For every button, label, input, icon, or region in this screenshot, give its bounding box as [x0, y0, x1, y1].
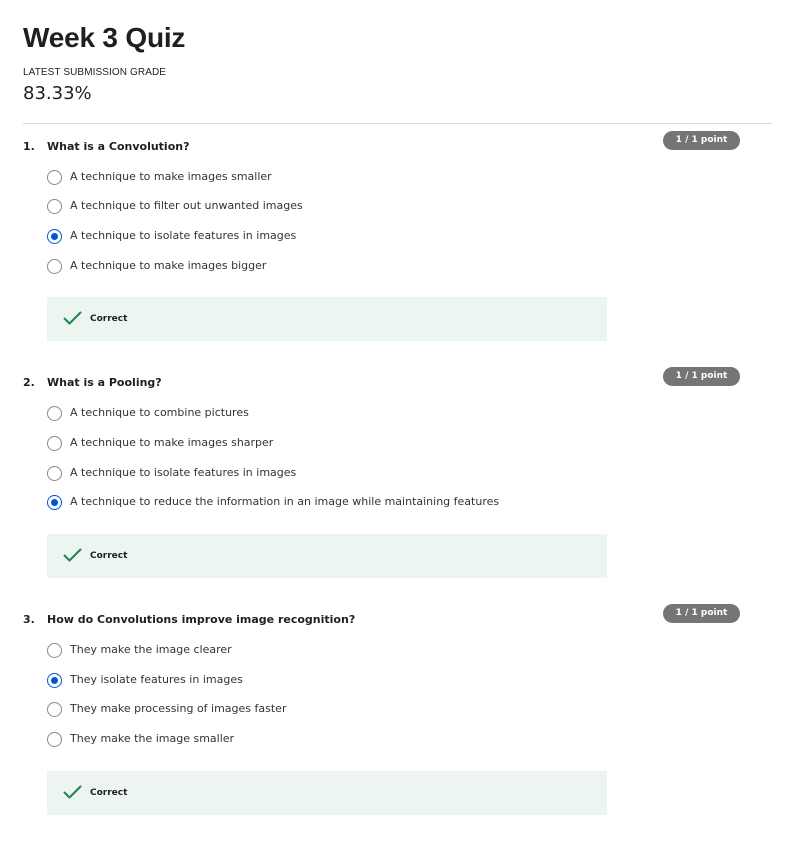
- radio-button[interactable]: [47, 170, 62, 185]
- grade-label: LATEST SUBMISSION GRADE: [23, 67, 167, 78]
- radio-button[interactable]: [47, 229, 62, 244]
- feedback-text: Correct: [90, 788, 128, 798]
- answer-option[interactable]: A technique to make images smaller: [47, 169, 607, 187]
- feedback-box: Correct: [47, 297, 607, 341]
- answer-option[interactable]: A technique to make images bigger: [47, 258, 607, 276]
- page-title: Week 3 Quiz: [23, 22, 186, 53]
- answer-option[interactable]: A technique to isolate features in image…: [47, 465, 607, 483]
- answer-option[interactable]: A technique to combine pictures: [47, 405, 607, 423]
- question-number: 1.: [23, 140, 35, 153]
- question-number: 3.: [23, 613, 35, 626]
- answer-option-label: A technique to combine pictures: [70, 406, 249, 419]
- feedback-text: Correct: [90, 314, 128, 324]
- answer-option-label: They make the image smaller: [70, 732, 235, 745]
- answer-option-label: They make the image clearer: [70, 643, 232, 656]
- feedback-text: Correct: [90, 551, 128, 561]
- answer-option-label: A technique to reduce the information in…: [70, 495, 500, 508]
- answer-option[interactable]: A technique to filter out unwanted image…: [47, 198, 607, 216]
- radio-button[interactable]: [47, 436, 62, 451]
- points-badge: 1 / 1 point: [663, 131, 740, 150]
- answer-option-label: They make processing of images faster: [70, 702, 287, 715]
- answer-option-label: A technique to make images bigger: [70, 259, 267, 272]
- checkmark-icon: [63, 785, 82, 799]
- question-text: What is a Pooling?: [47, 376, 162, 389]
- question-number: 2.: [23, 376, 35, 389]
- answer-option[interactable]: A technique to make images sharper: [47, 435, 607, 453]
- radio-button[interactable]: [47, 199, 62, 214]
- header-divider: [23, 123, 772, 124]
- radio-button[interactable]: [47, 643, 62, 658]
- answer-option[interactable]: They make the image clearer: [47, 642, 607, 660]
- checkmark-icon: [63, 548, 82, 562]
- checkmark-icon: [63, 311, 82, 325]
- points-badge: 1 / 1 point: [663, 604, 740, 623]
- question-3: 3. How do Convolutions improve image rec…: [0, 604, 806, 842]
- answer-option[interactable]: They isolate features in images: [47, 672, 607, 690]
- radio-button[interactable]: [47, 702, 62, 717]
- answer-option-label: A technique to filter out unwanted image…: [70, 199, 303, 212]
- answer-option[interactable]: They make processing of images faster: [47, 701, 607, 719]
- question-text: What is a Convolution?: [47, 140, 190, 153]
- radio-button[interactable]: [47, 732, 62, 747]
- answer-option[interactable]: A technique to isolate features in image…: [47, 228, 607, 246]
- radio-button[interactable]: [47, 495, 62, 510]
- question-2: 2. What is a Pooling? 1 / 1 point A tech…: [0, 367, 806, 605]
- quiz-page: Week 3 Quiz LATEST SUBMISSION GRADE 83.3…: [0, 0, 806, 824]
- points-badge: 1 / 1 point: [663, 367, 740, 386]
- radio-button[interactable]: [47, 673, 62, 688]
- answer-option-label: A technique to isolate features in image…: [70, 466, 297, 479]
- radio-button[interactable]: [47, 259, 62, 274]
- answer-option[interactable]: A technique to reduce the information in…: [47, 494, 607, 512]
- answer-option-label: A technique to make images sharper: [70, 436, 274, 449]
- radio-button[interactable]: [47, 406, 62, 421]
- feedback-box: Correct: [47, 771, 607, 815]
- answer-option-label: They isolate features in images: [70, 673, 243, 686]
- feedback-box: Correct: [47, 534, 607, 578]
- question-1: 1. What is a Convolution? 1 / 1 point A …: [0, 131, 806, 369]
- answer-option-label: A technique to isolate features in image…: [70, 229, 297, 242]
- grade-value: 83.33%: [23, 83, 92, 104]
- question-text: How do Convolutions improve image recogn…: [47, 613, 356, 626]
- answer-option[interactable]: They make the image smaller: [47, 731, 607, 749]
- radio-button[interactable]: [47, 466, 62, 481]
- answer-option-label: A technique to make images smaller: [70, 170, 272, 183]
